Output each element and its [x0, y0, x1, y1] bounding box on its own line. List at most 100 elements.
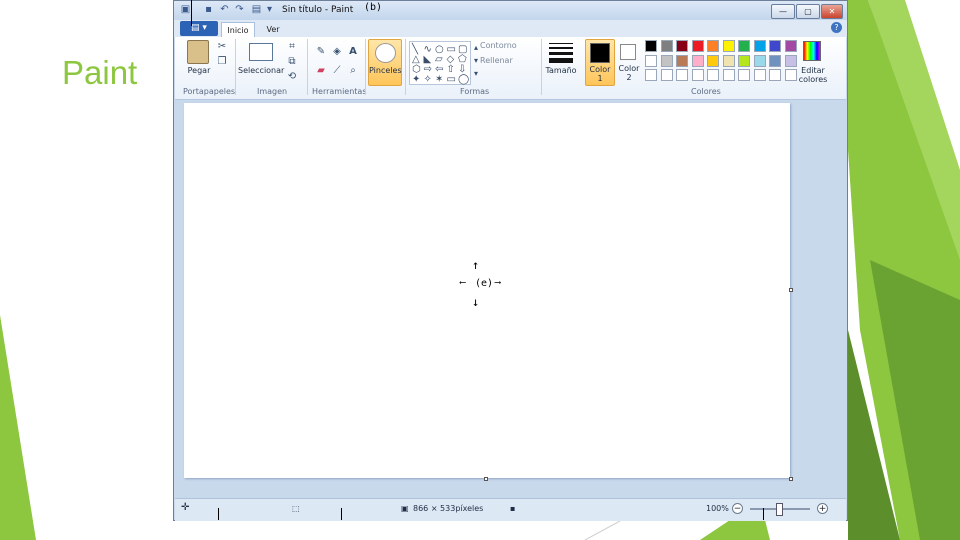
shape-icon[interactable]: ✶ — [435, 74, 443, 85]
palette-swatch[interactable] — [769, 40, 781, 52]
customize-icon[interactable]: ▤ — [250, 4, 263, 16]
palette-swatch[interactable] — [691, 40, 704, 52]
color1-swatch — [590, 43, 610, 63]
canvas-area: ↑ ⟵ (e) ⟶ ↓ — [175, 100, 846, 497]
canvas-size-text: 866 × 533píxeles — [413, 504, 484, 513]
palette-swatch[interactable] — [753, 40, 766, 52]
palette-swatch[interactable] — [660, 69, 673, 81]
color1-button[interactable]: Color 1 — [585, 39, 615, 86]
clipboard-icon[interactable] — [187, 40, 209, 64]
palette-swatch[interactable] — [645, 54, 657, 67]
save-icon[interactable]: ▪ — [202, 4, 215, 16]
undo-icon[interactable]: ↶ — [218, 4, 231, 16]
arrow-up-icon: ↑ — [472, 258, 480, 272]
cut-icon[interactable]: ✂ — [215, 40, 229, 53]
palette-swatch[interactable] — [738, 69, 750, 81]
palette-swatch[interactable] — [722, 69, 735, 81]
group-label-colors: Colores — [691, 87, 721, 96]
palette-swatch[interactable] — [676, 54, 688, 67]
pencil-icon[interactable]: ✎ — [314, 45, 328, 58]
palette-swatch[interactable] — [691, 69, 704, 81]
palette-swatch[interactable] — [660, 54, 673, 67]
gallery-expand-icon[interactable]: ▾ — [469, 67, 483, 80]
shape-icon[interactable]: ✧ — [424, 74, 432, 85]
fill-button[interactable]: Rellenar — [480, 56, 540, 65]
palette-swatch[interactable] — [707, 69, 719, 81]
annotation-tick — [218, 508, 219, 520]
color-palette — [645, 40, 800, 84]
resize-icon[interactable]: ⧉ — [285, 55, 299, 68]
canvas-size-icon: ▣ — [401, 504, 409, 513]
palette-swatch[interactable] — [660, 40, 673, 52]
redo-icon[interactable]: ↷ — [233, 4, 246, 16]
tab-inicio[interactable]: Inicio — [221, 22, 255, 37]
color2-label: Color 2 — [618, 64, 640, 82]
zoom-out-button[interactable]: − — [732, 503, 743, 514]
file-size-icon: ▪ — [510, 504, 516, 513]
color2-button[interactable]: Color 2 — [615, 39, 643, 84]
palette-swatch[interactable] — [784, 40, 797, 52]
arrow-down-icon: ↓ — [472, 295, 480, 309]
fill-bucket-icon[interactable]: ◈ — [330, 45, 344, 58]
group-label-clipboard: Portapapeles — [183, 87, 236, 96]
shape-icon[interactable]: ✦ — [412, 74, 420, 85]
help-icon[interactable]: ? — [831, 22, 842, 33]
minimize-button[interactable]: — — [771, 4, 795, 19]
crop-icon[interactable]: ⌗ — [285, 40, 299, 53]
edit-colors-icon[interactable] — [803, 41, 821, 61]
cursor-position-icon: ✛ — [181, 502, 190, 513]
palette-swatch[interactable] — [691, 54, 704, 67]
palette-swatch[interactable] — [707, 40, 719, 52]
shape-icon[interactable]: ◯ — [458, 74, 469, 85]
group-label-image: Imagen — [257, 87, 288, 96]
selection-size-icon: ⬚ — [292, 504, 300, 513]
chevron-down-icon[interactable]: ▾ — [263, 4, 276, 16]
palette-swatch[interactable] — [707, 54, 719, 67]
color2-swatch — [620, 44, 636, 60]
maximize-button[interactable]: ▢ — [796, 4, 820, 19]
zoom-slider-thumb[interactable] — [776, 503, 783, 516]
palette-swatch[interactable] — [784, 54, 797, 67]
palette-swatch[interactable] — [769, 69, 781, 81]
palette-swatch[interactable] — [753, 54, 766, 67]
zoom-in-button[interactable]: + — [817, 503, 828, 514]
select-icon[interactable] — [249, 43, 273, 61]
palette-swatch[interactable] — [753, 69, 766, 81]
drawing-canvas[interactable]: ↑ ⟵ (e) ⟶ ↓ — [184, 103, 790, 478]
palette-swatch[interactable] — [769, 54, 781, 67]
edit-colors-button[interactable]: Editar colores — [795, 66, 831, 84]
copy-icon[interactable]: ❐ — [215, 55, 229, 68]
resize-handle-corner[interactable] — [789, 477, 793, 481]
tab-ver[interactable]: Ver — [260, 22, 286, 37]
size-icon[interactable] — [549, 43, 573, 63]
rotate-icon[interactable]: ⟲ — [285, 70, 299, 83]
annotation-tick — [191, 0, 192, 26]
eraser-icon[interactable]: ▰ — [314, 64, 328, 77]
text-icon[interactable]: A — [346, 45, 360, 58]
brush-icon — [375, 43, 396, 63]
palette-swatch[interactable] — [722, 54, 735, 67]
magnifier-icon[interactable]: ⌕ — [346, 64, 360, 77]
palette-swatch[interactable] — [676, 69, 688, 81]
palette-swatch[interactable] — [676, 40, 688, 52]
app-menu-button[interactable]: ▤ ▾ — [180, 21, 218, 36]
brushes-button[interactable]: Pinceles — [368, 39, 402, 86]
shape-icon[interactable]: ▭ — [447, 74, 456, 85]
outline-button[interactable]: Contorno — [480, 41, 540, 50]
palette-swatch[interactable] — [722, 40, 735, 52]
ribbon-tabs: ▤ ▾ Inicio Ver ? — [174, 20, 847, 37]
paste-button[interactable]: Pegar — [181, 66, 217, 75]
palette-swatch[interactable] — [738, 40, 750, 52]
resize-handle-right[interactable] — [789, 288, 793, 292]
status-bar: ✛ ⬚ ▣ 866 × 533píxeles ▪ 100% − + — [175, 498, 846, 521]
color-picker-icon[interactable]: ⟋ — [330, 64, 344, 77]
select-button[interactable]: Seleccionar — [238, 66, 284, 75]
palette-swatch[interactable] — [645, 40, 657, 52]
close-button[interactable]: ✕ — [821, 4, 843, 19]
annotation-tick — [763, 508, 764, 520]
shapes-gallery[interactable]: ╲ ∿ ○ ▭ ▢ △ ◣ ▱ ◇ ⬠ ⬡ ⇨ ⇦ ⇧ ⇩ ✦ ✧ ✶ ▭ ◯ — [409, 41, 471, 85]
palette-swatch[interactable] — [645, 69, 657, 81]
palette-swatch[interactable] — [738, 54, 750, 67]
resize-handle-bottom[interactable] — [484, 477, 488, 481]
size-button[interactable]: Tamaño — [539, 66, 583, 75]
